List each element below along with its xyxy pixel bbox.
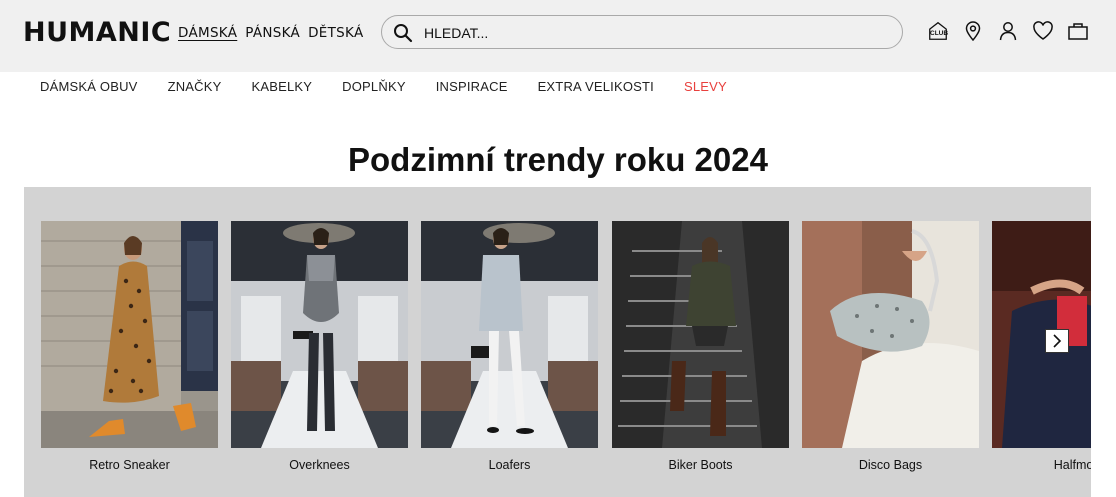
gender-nav: DÁMSKÁ PÁNSKÁ DĚTSKÁ bbox=[178, 25, 364, 41]
card-caption[interactable]: Loafers bbox=[421, 458, 598, 472]
nav-damska-obuv[interactable]: DÁMSKÁ OBUV bbox=[40, 79, 138, 94]
card-caption[interactable]: Halfmoon bbox=[992, 458, 1091, 472]
trend-carousel: Retro Sneaker Overknees Loafers Biker Bo… bbox=[24, 187, 1091, 497]
nav-znacky[interactable]: ZNAČKY bbox=[168, 79, 222, 94]
retro-sneaker-photo[interactable] bbox=[41, 221, 218, 448]
cart-icon[interactable] bbox=[1067, 20, 1089, 42]
card-caption[interactable]: Disco Bags bbox=[802, 458, 979, 472]
overknees-photo[interactable] bbox=[231, 221, 408, 448]
category-nav: DÁMSKÁ OBUV ZNAČKY KABELKY DOPLŇKY INSPI… bbox=[40, 79, 757, 94]
store-locator-icon[interactable] bbox=[962, 20, 984, 42]
club-icon[interactable]: CLUB bbox=[927, 20, 949, 42]
carousel-card[interactable]: Loafers bbox=[421, 221, 598, 472]
tab-detska[interactable]: DĚTSKÁ bbox=[308, 25, 363, 41]
humanic-logo[interactable]: HUMANIC bbox=[23, 17, 171, 48]
loafers-photo[interactable] bbox=[421, 221, 598, 448]
nav-kabelky[interactable]: KABELKY bbox=[252, 79, 313, 94]
nav-doplnky[interactable]: DOPLŇKY bbox=[342, 79, 406, 94]
biker-boots-photo[interactable] bbox=[612, 221, 789, 448]
nav-slevy[interactable]: SLEVY bbox=[684, 79, 727, 94]
page-title: Podzimní trendy roku 2024 bbox=[348, 141, 768, 178]
header-icons: CLUB bbox=[927, 20, 1089, 42]
search-bar[interactable] bbox=[381, 15, 903, 49]
chevron-right-icon bbox=[1053, 334, 1062, 348]
search-input[interactable] bbox=[424, 23, 884, 43]
tab-damska[interactable]: DÁMSKÁ bbox=[178, 25, 237, 41]
carousel-card[interactable]: Retro Sneaker bbox=[41, 221, 218, 472]
nav-extra-velikosti[interactable]: EXTRA VELIKOSTI bbox=[538, 79, 654, 94]
carousel-card[interactable]: Overknees bbox=[231, 221, 408, 472]
disco-bags-photo[interactable] bbox=[802, 221, 979, 448]
halfmoon-photo[interactable] bbox=[992, 221, 1091, 448]
tab-panska[interactable]: PÁNSKÁ bbox=[245, 25, 300, 41]
carousel-card[interactable]: Biker Boots bbox=[612, 221, 789, 472]
site-header: HUMANIC DÁMSKÁ PÁNSKÁ DĚTSKÁ CLUB bbox=[0, 0, 1116, 72]
carousel-card[interactable]: Halfmoon bbox=[992, 221, 1091, 472]
carousel-card[interactable]: Disco Bags bbox=[802, 221, 979, 472]
wishlist-icon[interactable] bbox=[1032, 20, 1054, 42]
card-caption[interactable]: Biker Boots bbox=[612, 458, 789, 472]
carousel-next-button[interactable] bbox=[1045, 329, 1069, 353]
search-icon[interactable] bbox=[393, 23, 413, 43]
card-caption[interactable]: Overknees bbox=[231, 458, 408, 472]
club-label: CLUB bbox=[930, 30, 949, 37]
account-icon[interactable] bbox=[997, 20, 1019, 42]
card-caption[interactable]: Retro Sneaker bbox=[41, 458, 218, 472]
nav-inspirace[interactable]: INSPIRACE bbox=[436, 79, 508, 94]
